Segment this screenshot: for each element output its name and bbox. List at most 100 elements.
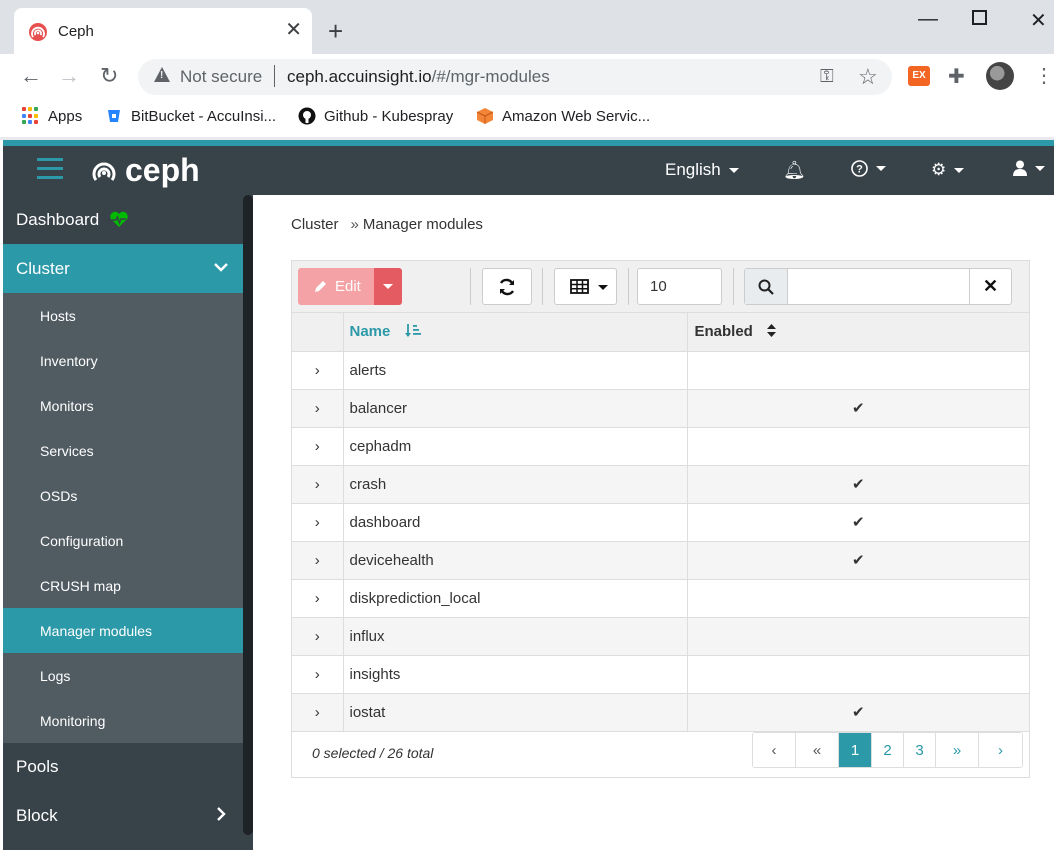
expand-row-icon[interactable]: ›: [292, 351, 344, 390]
language-selector[interactable]: English: [665, 160, 739, 180]
edit-button[interactable]: Edit: [298, 268, 374, 305]
chevron-down-icon: [214, 263, 228, 272]
new-tab-icon[interactable]: +: [328, 18, 343, 44]
table-row[interactable]: › cephadm: [292, 427, 1029, 466]
table-row[interactable]: › balancer ✔: [292, 389, 1029, 428]
page-next-button[interactable]: »: [936, 733, 979, 767]
sidebar-item-osds[interactable]: OSDs: [3, 473, 243, 518]
tab-close-icon[interactable]: ✕: [285, 20, 302, 40]
refresh-icon: [499, 278, 515, 296]
bookmark-apps[interactable]: Apps: [22, 107, 82, 125]
table-row[interactable]: › crash ✔: [292, 465, 1029, 504]
expand-row-icon[interactable]: ›: [292, 427, 344, 466]
sidebar-item-label: Hosts: [40, 307, 76, 324]
table-row[interactable]: › influx: [292, 617, 1029, 656]
expand-row-icon[interactable]: ›: [292, 503, 344, 542]
settings-menu[interactable]: ⚙: [931, 160, 965, 180]
user-menu[interactable]: [1013, 160, 1045, 176]
page-last-button[interactable]: ›: [979, 733, 1022, 767]
url-text[interactable]: ceph.accuinsight.io/#/mgr-modules: [287, 67, 550, 87]
search-input[interactable]: [789, 269, 969, 304]
column-header-name[interactable]: Name: [343, 313, 688, 352]
maximize-icon[interactable]: [972, 10, 987, 25]
sort-ascending-icon: [404, 324, 421, 338]
columns-toggle-button[interactable]: [554, 268, 617, 305]
sidebar-scrollbar[interactable]: [243, 195, 253, 835]
extensions-puzzle-icon[interactable]: ✚: [948, 64, 965, 89]
table-row[interactable]: › dashboard ✔: [292, 503, 1029, 542]
sidebar-item-services[interactable]: Services: [3, 428, 243, 473]
warning-icon: [154, 67, 170, 82]
ceph-favicon-icon: [29, 23, 47, 41]
menu-toggle-icon[interactable]: [37, 158, 63, 180]
caret-down-icon: [598, 285, 608, 290]
bookmark-github[interactable]: Github - Kubespray: [298, 107, 453, 125]
sidebar-item-pools[interactable]: Pools: [3, 742, 243, 791]
page-size-input[interactable]: [637, 268, 722, 305]
sidebar-item-label: Dashboard: [16, 209, 100, 229]
sidebar-item-monitors[interactable]: Monitors: [3, 383, 243, 428]
help-menu[interactable]: ?: [851, 160, 886, 177]
bookmark-bitbucket[interactable]: BitBucket - AccuInsi...: [105, 107, 276, 125]
address-bar[interactable]: Not secure ceph.accuinsight.io/#/mgr-mod…: [138, 59, 892, 95]
ceph-logo[interactable]: ceph: [89, 152, 200, 189]
logo-text: ceph: [125, 152, 200, 188]
expand-row-icon[interactable]: ›: [292, 389, 344, 428]
window-close-icon[interactable]: ✕: [1030, 8, 1047, 33]
page-first-button[interactable]: ‹: [753, 733, 796, 767]
enabled-cell: [687, 579, 1029, 618]
minimize-icon[interactable]: —: [918, 8, 938, 31]
profile-avatar[interactable]: [986, 62, 1014, 90]
browser-tab[interactable]: Ceph ✕: [14, 8, 312, 54]
module-name-cell: influx: [343, 617, 688, 656]
sidebar-item-configuration[interactable]: Configuration: [3, 518, 243, 563]
sidebar-item-block[interactable]: Block: [3, 791, 243, 840]
expand-row-icon[interactable]: ›: [292, 655, 344, 694]
sidebar-item-hosts[interactable]: Hosts: [3, 293, 243, 338]
expand-row-icon[interactable]: ›: [292, 693, 344, 732]
expand-row-icon[interactable]: ›: [292, 617, 344, 656]
sidebar-item-inventory[interactable]: Inventory: [3, 338, 243, 383]
key-icon[interactable]: ⚿: [820, 66, 834, 87]
expand-row-icon[interactable]: ›: [292, 579, 344, 618]
search-addon: [745, 269, 788, 304]
sidebar-item-dashboard[interactable]: Dashboard: [3, 195, 243, 244]
ex-extension-icon[interactable]: EX: [908, 66, 930, 86]
sidebar-item-logs[interactable]: Logs: [3, 653, 243, 698]
expand-row-icon[interactable]: ›: [292, 541, 344, 580]
refresh-button[interactable]: [482, 268, 532, 305]
back-icon[interactable]: ←: [20, 62, 42, 90]
module-name-cell: insights: [343, 655, 688, 694]
column-header-enabled[interactable]: Enabled: [687, 313, 1029, 352]
breadcrumb: Cluster » Manager modules: [291, 216, 483, 233]
forward-icon[interactable]: →: [58, 62, 80, 90]
page-prev-button[interactable]: «: [796, 733, 839, 767]
clear-search-icon[interactable]: ✕: [969, 269, 1011, 304]
table-row[interactable]: › devicehealth ✔: [292, 541, 1029, 580]
breadcrumb-cluster[interactable]: Cluster: [291, 216, 339, 233]
bookmark-star-icon[interactable]: ☆: [858, 64, 878, 90]
reload-icon[interactable]: ↻: [100, 62, 118, 90]
bell-icon: 🔔︎: [783, 160, 806, 180]
sidebar-item-cluster[interactable]: Cluster: [3, 244, 243, 293]
page-3-button[interactable]: 3: [904, 733, 936, 767]
table-row[interactable]: › insights: [292, 655, 1029, 694]
user-icon: [1013, 160, 1027, 176]
sidebar-item-manager-modules[interactable]: Manager modules: [3, 608, 243, 653]
notifications-button[interactable]: 🔔︎: [783, 160, 806, 181]
sidebar-item-crush-map[interactable]: CRUSH map: [3, 563, 243, 608]
page-2-button[interactable]: 2: [872, 733, 904, 767]
table-row[interactable]: › diskprediction_local: [292, 579, 1029, 618]
table-row[interactable]: › iostat ✔: [292, 693, 1029, 732]
sidebar-item-monitoring[interactable]: Monitoring: [3, 698, 243, 743]
top-navbar: ceph English 🔔︎ ? ⚙: [3, 140, 1054, 195]
bookmark-aws[interactable]: Amazon Web Servic...: [476, 107, 650, 125]
page-1-button[interactable]: 1: [839, 733, 872, 767]
column-header-label: Name: [349, 323, 391, 341]
chevron-right-icon: [217, 807, 226, 821]
edit-dropdown-toggle[interactable]: [374, 268, 402, 305]
browser-menu-icon[interactable]: ⋮: [1034, 63, 1054, 88]
table-row[interactable]: › alerts: [292, 351, 1029, 390]
ceph-dashboard: ceph English 🔔︎ ? ⚙ Dashboard Cluster Ho…: [3, 140, 1054, 850]
expand-row-icon[interactable]: ›: [292, 465, 344, 504]
